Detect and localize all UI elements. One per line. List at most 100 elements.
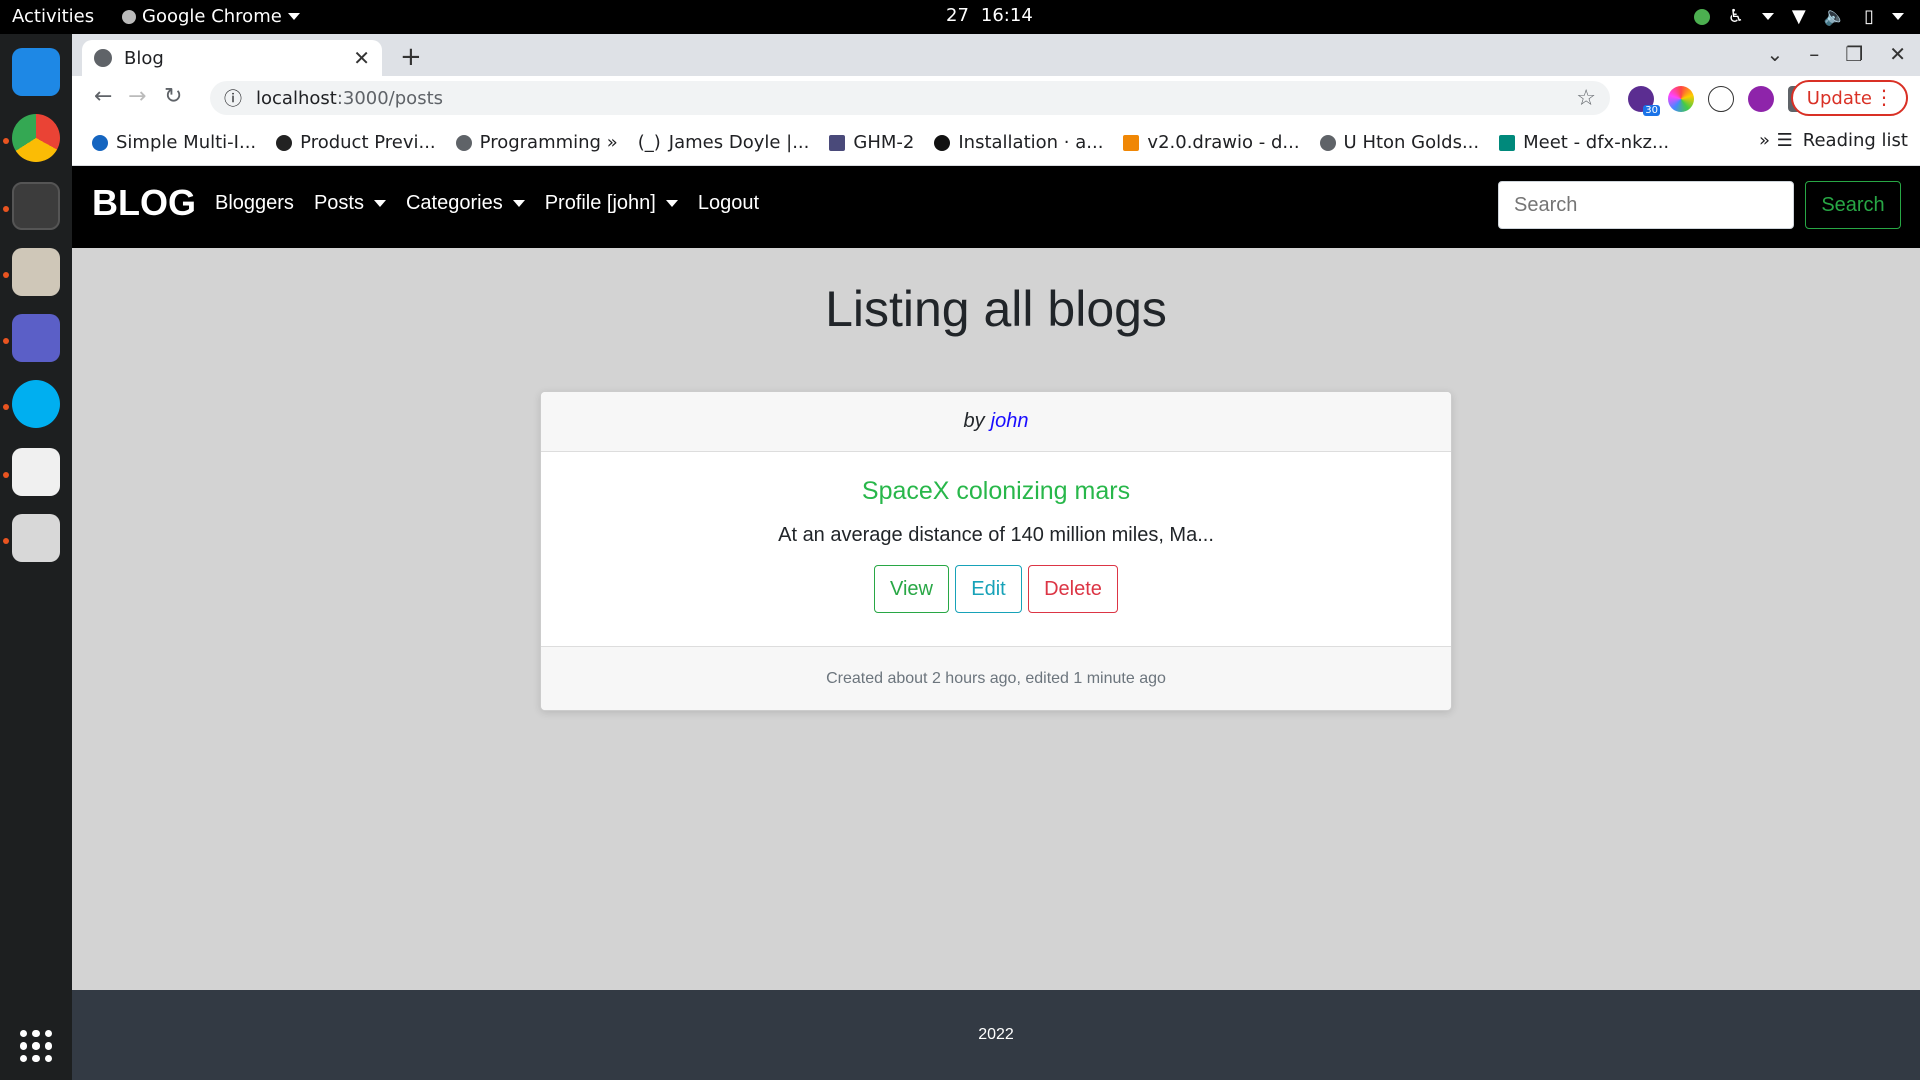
info-icon[interactable]: ⓘ xyxy=(224,85,242,111)
activities-button[interactable]: Activities xyxy=(12,6,94,27)
reading-list-button[interactable]: ☰ Reading list xyxy=(1777,130,1908,151)
edit-button[interactable]: Edit xyxy=(955,565,1022,613)
color-picker-extension-icon[interactable] xyxy=(1668,86,1694,112)
bookmarks-overflow-button[interactable]: » xyxy=(1759,130,1770,151)
accessibility-icon[interactable]: ♿ xyxy=(1728,6,1744,27)
running-indicator xyxy=(3,472,9,478)
browser-window: Blog ✕ + ⌄ – ❐ ✕ ← → ↻ ⓘ localhost:3000/… xyxy=(72,34,1920,166)
globe-icon xyxy=(455,134,472,151)
chevron-down-icon xyxy=(1892,13,1904,20)
system-tray[interactable]: ♿ ▼ 🔈 ▯ xyxy=(1693,6,1904,27)
teams-icon[interactable] xyxy=(12,314,60,362)
by-label: by xyxy=(963,410,985,432)
bookmark-item[interactable]: Meet - dfx-nkz... xyxy=(1499,132,1669,153)
nav-bloggers[interactable]: Bloggers xyxy=(215,192,294,215)
maximize-icon[interactable]: ❐ xyxy=(1845,42,1863,66)
new-tab-button[interactable]: + xyxy=(400,42,422,72)
search-input[interactable] xyxy=(1498,181,1794,229)
bookmark-item[interactable]: (_) James Doyle |... xyxy=(638,132,810,153)
tab-strip: Blog ✕ + ⌄ – ❐ ✕ xyxy=(72,34,1920,76)
bookmark-star-icon[interactable]: ☆ xyxy=(1576,86,1596,111)
author-link[interactable]: john xyxy=(991,410,1029,433)
time-label: 16:14 xyxy=(980,5,1033,26)
close-icon[interactable]: ✕ xyxy=(353,46,370,70)
date-label: 27 xyxy=(946,5,969,26)
document-viewer-icon[interactable] xyxy=(12,448,60,496)
drawio-icon xyxy=(1123,134,1140,151)
nu-icon xyxy=(829,134,846,151)
files-icon[interactable] xyxy=(12,248,60,296)
bug-icon xyxy=(276,134,293,151)
update-label: Update xyxy=(1806,87,1872,109)
nav-posts-dropdown[interactable]: Posts xyxy=(314,192,386,215)
more-menu-icon[interactable]: ⋮ xyxy=(1874,85,1894,109)
globe-icon xyxy=(94,49,112,67)
d-extension-icon[interactable] xyxy=(1708,86,1734,112)
running-indicator xyxy=(3,404,9,410)
running-indicator xyxy=(3,338,9,344)
app-menu-label: Google Chrome xyxy=(142,6,282,27)
running-indicator xyxy=(3,272,9,278)
app-menu[interactable]: Google Chrome xyxy=(122,6,300,27)
card-body: SpaceX colonizing mars At an average dis… xyxy=(541,452,1451,646)
clock[interactable]: 27 16:14 xyxy=(946,5,1033,26)
bookmark-item[interactable]: GHM-2 xyxy=(829,132,914,153)
chat-extension-icon[interactable] xyxy=(1748,86,1774,112)
tab-search-icon[interactable]: ⌄ xyxy=(1767,42,1784,66)
page-title: Listing all blogs xyxy=(825,281,1167,337)
bookmark-label: Meet - dfx-nkz... xyxy=(1523,132,1670,153)
bookmark-item[interactable]: Installation · a... xyxy=(934,132,1103,153)
bookmark-item[interactable]: Product Previ... xyxy=(276,132,436,153)
post-excerpt: At an average distance of 140 million mi… xyxy=(778,524,1214,546)
bookmark-label: GHM-2 xyxy=(853,132,915,153)
update-button[interactable]: Update ⋮ xyxy=(1790,80,1908,116)
bookmark-item[interactable]: Simple Multi-I... xyxy=(92,132,256,153)
post-title-link[interactable]: SpaceX colonizing mars xyxy=(541,477,1451,506)
back-icon[interactable]: ← xyxy=(94,84,112,109)
vscode-icon[interactable] xyxy=(12,48,60,96)
extension-graduation-icon[interactable]: 30 xyxy=(1628,86,1660,116)
wifi-icon[interactable]: ▼ xyxy=(1792,6,1806,27)
chrome-icon[interactable] xyxy=(12,114,60,162)
status-indicator-icon[interactable] xyxy=(1693,8,1710,25)
running-indicator xyxy=(3,138,9,144)
volume-icon[interactable]: 🔈 xyxy=(1824,6,1846,27)
chrome-small-icon xyxy=(122,9,136,24)
web-page: BLOG Bloggers Posts Categories Profile [… xyxy=(72,166,1920,1080)
nav-logout[interactable]: Logout xyxy=(698,192,759,215)
post-meta: Created about 2 hours ago, edited 1 minu… xyxy=(541,646,1451,710)
nav-categories-dropdown[interactable]: Categories xyxy=(406,192,525,215)
address-bar[interactable]: ⓘ localhost:3000/posts ☆ xyxy=(210,81,1610,115)
card-header: by john xyxy=(541,392,1451,452)
meet-icon xyxy=(1499,134,1516,151)
search-app-icon[interactable] xyxy=(12,514,60,562)
tab-blog[interactable]: Blog ✕ xyxy=(82,40,382,76)
show-apps-icon[interactable] xyxy=(20,1030,52,1062)
battery-icon[interactable]: ▯ xyxy=(1864,6,1874,27)
bookmark-item[interactable]: U Hton Golds... xyxy=(1319,132,1479,153)
brand-logo[interactable]: BLOG xyxy=(92,182,196,224)
tab-title: Blog xyxy=(124,47,164,69)
bookmark-item[interactable]: Programming » xyxy=(455,132,618,153)
bookmark-label: Programming » xyxy=(479,132,618,153)
close-window-icon[interactable]: ✕ xyxy=(1889,42,1906,66)
nav-links: Bloggers Posts Categories Profile [john]… xyxy=(215,192,759,215)
search-button[interactable]: Search xyxy=(1805,181,1901,229)
skype-icon[interactable] xyxy=(12,380,60,428)
url-path: :3000/posts xyxy=(336,87,444,109)
bookmark-item[interactable]: v2.0.drawio - d... xyxy=(1123,132,1300,153)
globe-icon xyxy=(1319,134,1336,151)
reading-list-icon: ☰ xyxy=(1776,130,1793,151)
post-card: by john SpaceX colonizing mars At an ave… xyxy=(540,391,1452,711)
browser-toolbar: ← → ↻ ⓘ localhost:3000/posts ☆ 30 Update… xyxy=(72,76,1920,120)
post-actions: View Edit Delete xyxy=(541,565,1451,613)
minimize-icon[interactable]: – xyxy=(1809,42,1819,66)
bookmark-label: Simple Multi-I... xyxy=(116,132,257,153)
delete-button[interactable]: Delete xyxy=(1028,565,1118,613)
terminal-icon[interactable] xyxy=(12,182,60,230)
bookmarks-bar: Simple Multi-I... Product Previ... Progr… xyxy=(72,120,1920,166)
view-button[interactable]: View xyxy=(874,565,949,613)
forward-icon[interactable]: → xyxy=(128,84,146,109)
nav-profile-dropdown[interactable]: Profile [john] xyxy=(545,192,678,215)
reload-icon[interactable]: ↻ xyxy=(164,84,182,109)
